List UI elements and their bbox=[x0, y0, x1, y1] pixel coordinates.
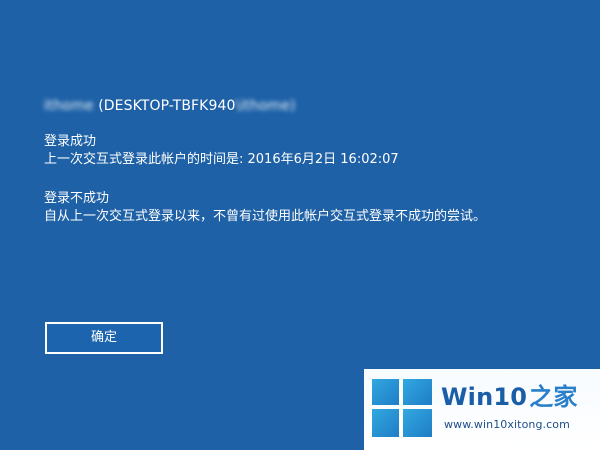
windows-logo-icon bbox=[372, 379, 432, 437]
brand-prefix: Win10 bbox=[441, 383, 528, 411]
blurred-account-suffix: \ithome) bbox=[235, 98, 296, 114]
watermark-logo: Win10之家 www.win10xitong.com bbox=[364, 369, 600, 450]
login-success-title: 登录成功 bbox=[44, 134, 97, 149]
computer-name: (DESKTOP-TBFK940 bbox=[98, 98, 236, 114]
brand-text: Win10之家 bbox=[441, 383, 578, 411]
login-failure-detail: 自从上一次交互式登录以来，不曾有过使用此帐户交互式登录不成功的尝试。 bbox=[44, 209, 487, 224]
account-line: ithome (DESKTOP-TBFK940\ithome) bbox=[44, 97, 296, 115]
login-success-section: 登录成功 上一次交互式登录此帐户的时间是: 2016年6月2日 16:02:07 bbox=[44, 133, 584, 169]
login-info-screen: ithome (DESKTOP-TBFK940\ithome) 登录成功 上一次… bbox=[0, 0, 600, 450]
login-failure-section: 登录不成功 自从上一次交互式登录以来，不曾有过使用此帐户交互式登录不成功的尝试。 bbox=[44, 190, 584, 226]
site-url: www.win10xitong.com bbox=[444, 418, 570, 431]
ok-button[interactable]: 确定 bbox=[45, 322, 163, 354]
logo-tile-bottom-left bbox=[372, 409, 399, 437]
logo-tile-top-right bbox=[403, 379, 432, 405]
logo-tile-bottom-right bbox=[403, 409, 432, 437]
brand-suffix: 之家 bbox=[529, 383, 578, 411]
blurred-username: ithome bbox=[44, 98, 94, 114]
logo-tile-top-left bbox=[372, 379, 399, 405]
login-success-detail: 上一次交互式登录此帐户的时间是: 2016年6月2日 16:02:07 bbox=[44, 152, 399, 167]
login-failure-title: 登录不成功 bbox=[44, 191, 110, 206]
